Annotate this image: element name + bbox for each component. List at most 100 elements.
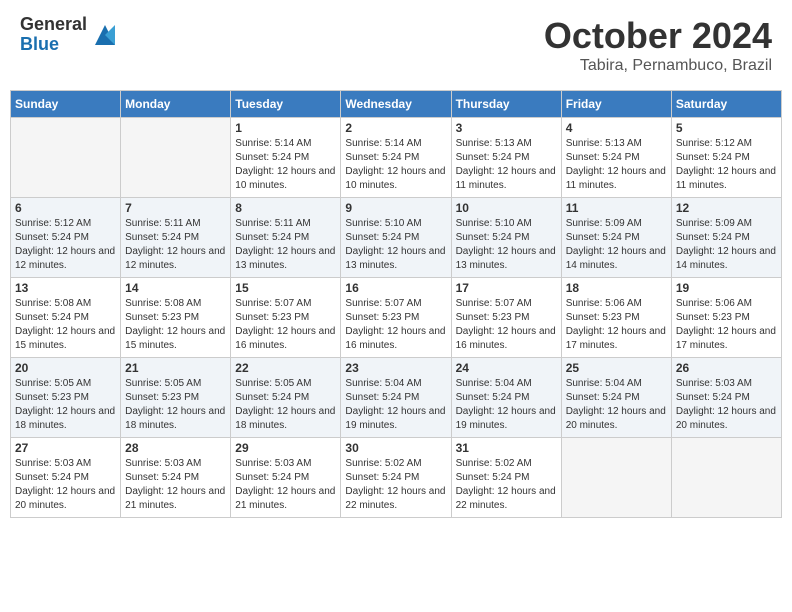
day-number: 4 bbox=[566, 121, 667, 135]
page-header: General Blue October 2024 Tabira, Pernam… bbox=[10, 10, 782, 80]
calendar-day-cell: 5 Sunrise: 5:12 AMSunset: 5:24 PMDaylight… bbox=[671, 118, 781, 198]
day-info: Sunrise: 5:14 AMSunset: 5:24 PMDaylight:… bbox=[345, 137, 446, 193]
day-info: Sunrise: 5:10 AMSunset: 5:24 PMDaylight:… bbox=[456, 217, 557, 273]
calendar-day-cell bbox=[121, 118, 231, 198]
day-info: Sunrise: 5:02 AMSunset: 5:24 PMDaylight:… bbox=[345, 457, 446, 513]
day-number: 6 bbox=[15, 201, 116, 215]
day-of-week-header: Friday bbox=[561, 91, 671, 118]
calendar-day-cell: 6 Sunrise: 5:12 AMSunset: 5:24 PMDaylight… bbox=[11, 198, 121, 278]
calendar-day-cell: 29Sunrise: 5:03 AMSunset: 5:24 PMDayligh… bbox=[231, 438, 341, 518]
day-number: 16 bbox=[345, 281, 446, 295]
day-info: Sunrise: 5:14 AMSunset: 5:24 PMDaylight:… bbox=[235, 137, 336, 193]
month-title: October 2024 bbox=[544, 15, 772, 57]
day-number: 20 bbox=[15, 361, 116, 375]
calendar-day-cell: 25Sunrise: 5:04 AMSunset: 5:24 PMDayligh… bbox=[561, 358, 671, 438]
day-number: 29 bbox=[235, 441, 336, 455]
day-number: 27 bbox=[15, 441, 116, 455]
day-info: Sunrise: 5:03 AMSunset: 5:24 PMDaylight:… bbox=[125, 457, 226, 513]
calendar-day-cell: 31 Sunrise: 5:02 AMSunset: 5:24 PMDayligh… bbox=[451, 438, 561, 518]
day-info: Sunrise: 5:07 AMSunset: 5:23 PMDaylight:… bbox=[235, 297, 336, 353]
calendar-header: SundayMondayTuesdayWednesdayThursdayFrid… bbox=[11, 91, 782, 118]
day-info: Sunrise: 5:11 AMSunset: 5:24 PMDaylight:… bbox=[235, 217, 336, 273]
day-info: Sunrise: 5:04 AMSunset: 5:24 PMDaylight:… bbox=[456, 377, 557, 433]
calendar-week-row: 6 Sunrise: 5:12 AMSunset: 5:24 PMDaylight… bbox=[11, 198, 782, 278]
day-info: Sunrise: 5:02 AMSunset: 5:24 PMDaylight:… bbox=[456, 457, 557, 513]
calendar-day-cell: 8Sunrise: 5:11 AMSunset: 5:24 PMDaylight… bbox=[231, 198, 341, 278]
calendar-day-cell: 27 Sunrise: 5:03 AMSunset: 5:24 PMDayligh… bbox=[11, 438, 121, 518]
day-info: Sunrise: 5:07 AMSunset: 5:23 PMDaylight:… bbox=[345, 297, 446, 353]
title-section: October 2024 Tabira, Pernambuco, Brazil bbox=[544, 15, 772, 75]
calendar-day-cell bbox=[11, 118, 121, 198]
day-info: Sunrise: 5:06 AMSunset: 5:23 PMDaylight:… bbox=[566, 297, 667, 353]
calendar-day-cell: 18Sunrise: 5:06 AMSunset: 5:23 PMDayligh… bbox=[561, 278, 671, 358]
day-number: 3 bbox=[456, 121, 557, 135]
day-number: 14 bbox=[125, 281, 226, 295]
day-of-week-header: Tuesday bbox=[231, 91, 341, 118]
calendar-day-cell: 10 Sunrise: 5:10 AMSunset: 5:24 PMDayligh… bbox=[451, 198, 561, 278]
day-of-week-header: Monday bbox=[121, 91, 231, 118]
calendar-day-cell: 23Sunrise: 5:04 AMSunset: 5:24 PMDayligh… bbox=[341, 358, 451, 438]
calendar-day-cell: 7 Sunrise: 5:11 AMSunset: 5:24 PMDaylight… bbox=[121, 198, 231, 278]
days-of-week-row: SundayMondayTuesdayWednesdayThursdayFrid… bbox=[11, 91, 782, 118]
day-number: 10 bbox=[456, 201, 557, 215]
logo: General Blue bbox=[20, 15, 120, 55]
day-number: 7 bbox=[125, 201, 226, 215]
day-number: 26 bbox=[676, 361, 777, 375]
calendar-day-cell: 20 Sunrise: 5:05 AMSunset: 5:23 PMDayligh… bbox=[11, 358, 121, 438]
day-info: Sunrise: 5:13 AMSunset: 5:24 PMDaylight:… bbox=[566, 137, 667, 193]
day-info: Sunrise: 5:07 AMSunset: 5:23 PMDaylight:… bbox=[456, 297, 557, 353]
day-info: Sunrise: 5:05 AMSunset: 5:23 PMDaylight:… bbox=[15, 377, 116, 433]
calendar-day-cell: 4 Sunrise: 5:13 AMSunset: 5:24 PMDaylight… bbox=[561, 118, 671, 198]
day-info: Sunrise: 5:05 AMSunset: 5:24 PMDaylight:… bbox=[235, 377, 336, 433]
day-number: 11 bbox=[566, 201, 667, 215]
day-of-week-header: Saturday bbox=[671, 91, 781, 118]
day-number: 2 bbox=[345, 121, 446, 135]
calendar-week-row: 27 Sunrise: 5:03 AMSunset: 5:24 PMDayligh… bbox=[11, 438, 782, 518]
day-number: 23 bbox=[345, 361, 446, 375]
day-info: Sunrise: 5:03 AMSunset: 5:24 PMDaylight:… bbox=[676, 377, 777, 433]
day-number: 13 bbox=[15, 281, 116, 295]
day-info: Sunrise: 5:09 AMSunset: 5:24 PMDaylight:… bbox=[566, 217, 667, 273]
calendar-day-cell: 30 Sunrise: 5:02 AMSunset: 5:24 PMDayligh… bbox=[341, 438, 451, 518]
calendar-day-cell: 17 Sunrise: 5:07 AMSunset: 5:23 PMDayligh… bbox=[451, 278, 561, 358]
calendar-day-cell: 26 Sunrise: 5:03 AMSunset: 5:24 PMDayligh… bbox=[671, 358, 781, 438]
day-number: 17 bbox=[456, 281, 557, 295]
day-info: Sunrise: 5:11 AMSunset: 5:24 PMDaylight:… bbox=[125, 217, 226, 273]
logo-blue-text: Blue bbox=[20, 35, 87, 55]
day-number: 12 bbox=[676, 201, 777, 215]
day-of-week-header: Wednesday bbox=[341, 91, 451, 118]
calendar-day-cell: 2 Sunrise: 5:14 AMSunset: 5:24 PMDaylight… bbox=[341, 118, 451, 198]
day-of-week-header: Thursday bbox=[451, 91, 561, 118]
calendar-day-cell: 15 Sunrise: 5:07 AMSunset: 5:23 PMDayligh… bbox=[231, 278, 341, 358]
day-number: 21 bbox=[125, 361, 226, 375]
calendar-day-cell bbox=[561, 438, 671, 518]
day-info: Sunrise: 5:05 AMSunset: 5:23 PMDaylight:… bbox=[125, 377, 226, 433]
day-info: Sunrise: 5:12 AMSunset: 5:24 PMDaylight:… bbox=[15, 217, 116, 273]
calendar-day-cell: 9Sunrise: 5:10 AMSunset: 5:24 PMDaylight… bbox=[341, 198, 451, 278]
calendar-day-cell: 24Sunrise: 5:04 AMSunset: 5:24 PMDayligh… bbox=[451, 358, 561, 438]
calendar-day-cell: 16 Sunrise: 5:07 AMSunset: 5:23 PMDayligh… bbox=[341, 278, 451, 358]
logo-icon bbox=[90, 20, 120, 50]
day-info: Sunrise: 5:08 AMSunset: 5:24 PMDaylight:… bbox=[15, 297, 116, 353]
calendar-day-cell: 28 Sunrise: 5:03 AMSunset: 5:24 PMDayligh… bbox=[121, 438, 231, 518]
day-number: 25 bbox=[566, 361, 667, 375]
day-of-week-header: Sunday bbox=[11, 91, 121, 118]
calendar-day-cell: 1 Sunrise: 5:14 AMSunset: 5:24 PMDaylight… bbox=[231, 118, 341, 198]
day-info: Sunrise: 5:03 AMSunset: 5:24 PMDaylight:… bbox=[15, 457, 116, 513]
location-subtitle: Tabira, Pernambuco, Brazil bbox=[544, 57, 772, 75]
day-info: Sunrise: 5:09 AMSunset: 5:24 PMDaylight:… bbox=[676, 217, 777, 273]
calendar-day-cell bbox=[671, 438, 781, 518]
day-info: Sunrise: 5:12 AMSunset: 5:24 PMDaylight:… bbox=[676, 137, 777, 193]
day-number: 9 bbox=[345, 201, 446, 215]
day-number: 31 bbox=[456, 441, 557, 455]
day-info: Sunrise: 5:13 AMSunset: 5:24 PMDaylight:… bbox=[456, 137, 557, 193]
day-number: 5 bbox=[676, 121, 777, 135]
calendar-day-cell: 3 Sunrise: 5:13 AMSunset: 5:24 PMDaylight… bbox=[451, 118, 561, 198]
day-number: 30 bbox=[345, 441, 446, 455]
day-number: 28 bbox=[125, 441, 226, 455]
day-number: 1 bbox=[235, 121, 336, 135]
day-number: 19 bbox=[676, 281, 777, 295]
day-number: 15 bbox=[235, 281, 336, 295]
calendar-day-cell: 14Sunrise: 5:08 AMSunset: 5:23 PMDayligh… bbox=[121, 278, 231, 358]
calendar-week-row: 13 Sunrise: 5:08 AMSunset: 5:24 PMDayligh… bbox=[11, 278, 782, 358]
